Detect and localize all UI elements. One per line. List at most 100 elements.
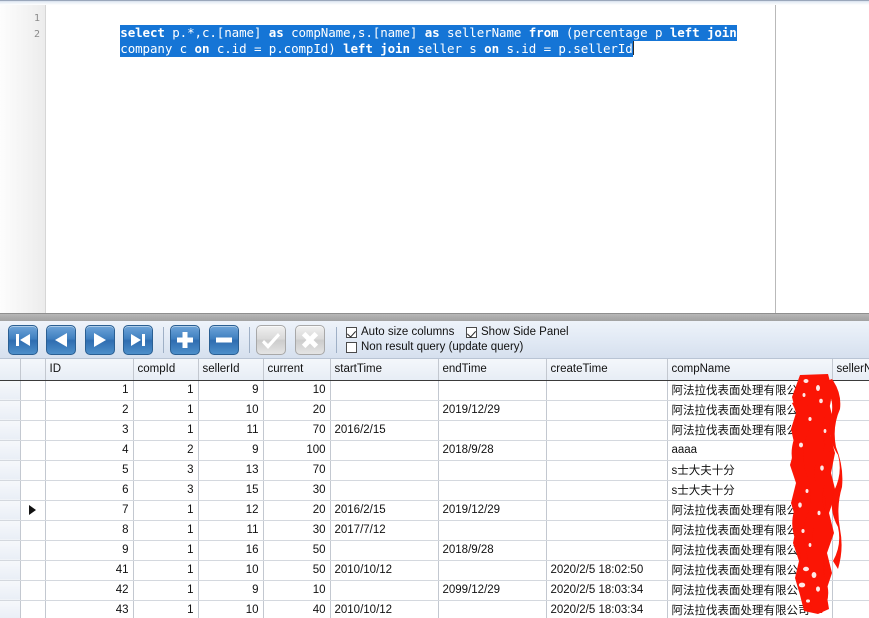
cell-id[interactable]: 4 — [45, 440, 134, 461]
cell-endtime[interactable] — [438, 480, 547, 501]
column-header-createtime[interactable]: createTime — [546, 359, 668, 381]
cell-compid[interactable]: 1 — [133, 540, 199, 561]
row-selector-cell[interactable] — [0, 400, 21, 421]
cell-sellername[interactable] — [832, 460, 869, 481]
cell-id[interactable]: 7 — [45, 500, 134, 521]
cell-compid[interactable]: 1 — [133, 520, 199, 541]
cell-compname[interactable]: s士大夫十分 — [667, 480, 833, 501]
cell-sellerid[interactable]: 13 — [198, 460, 264, 481]
cell-endtime[interactable] — [438, 420, 547, 441]
cell-sellerid[interactable]: 10 — [198, 600, 264, 618]
cell-createtime[interactable] — [546, 520, 668, 541]
cell-id[interactable]: 2 — [45, 400, 134, 421]
cell-sellerid[interactable]: 9 — [198, 440, 264, 461]
cell-createtime[interactable] — [546, 540, 668, 561]
table-row[interactable]: 5 3 13 70 s士大夫十分 — [0, 460, 869, 481]
cell-createtime[interactable] — [546, 480, 668, 501]
row-selector-cell[interactable] — [0, 540, 21, 561]
table-row[interactable]: 41 1 10 50 2010/10/12 2020/2/5 18:02:50 阿法拉伐表面… — [0, 560, 869, 581]
cell-current[interactable]: 20 — [263, 400, 331, 421]
cell-compid[interactable]: 1 — [133, 420, 199, 441]
row-selector-cell[interactable] — [0, 500, 21, 521]
cell-sellerid[interactable]: 12 — [198, 500, 264, 521]
cell-current[interactable]: 30 — [263, 480, 331, 501]
cell-id[interactable]: 3 — [45, 420, 134, 441]
cell-createtime[interactable]: 2020/2/5 18:02:50 — [546, 560, 668, 581]
cell-sellerid[interactable]: 9 — [198, 380, 264, 401]
cell-current[interactable]: 50 — [263, 560, 331, 581]
row-indicator-cell[interactable] — [20, 400, 46, 421]
query-result-grid[interactable]: ID compId sellerId current startTime endTime c… — [0, 359, 869, 618]
row-indicator-cell[interactable] — [20, 480, 46, 501]
cell-current[interactable]: 10 — [263, 580, 331, 601]
cell-sellerid[interactable]: 11 — [198, 420, 264, 441]
auto-size-columns-checkbox[interactable]: Auto size columns — [346, 326, 454, 338]
cell-starttime[interactable]: 2017/7/12 — [330, 520, 439, 541]
row-indicator-cell[interactable] — [20, 460, 46, 481]
row-selector-cell[interactable] — [0, 480, 21, 501]
cell-sellerid[interactable]: 16 — [198, 540, 264, 561]
cell-id[interactable]: 6 — [45, 480, 134, 501]
cell-endtime[interactable] — [438, 600, 547, 618]
cell-compname[interactable]: 阿法拉伐表面处理有限公司 — [667, 380, 833, 401]
editor-grid-splitter[interactable] — [0, 313, 869, 321]
cell-createtime[interactable] — [546, 500, 668, 521]
cell-endtime[interactable] — [438, 380, 547, 401]
cell-starttime[interactable]: 2016/2/15 — [330, 500, 439, 521]
column-header-sellerid[interactable]: sellerId — [198, 359, 264, 381]
cell-current[interactable]: 70 — [263, 420, 331, 441]
row-indicator-cell[interactable] — [20, 500, 46, 521]
cell-compname[interactable]: 阿法拉伐表面处理有限公司 — [667, 520, 833, 541]
cell-sellername[interactable] — [832, 400, 869, 421]
cell-compname[interactable]: 阿法拉伐表面处理有限公司 — [667, 420, 833, 441]
auto-size-columns-checkbox-box[interactable] — [346, 326, 357, 338]
cell-starttime[interactable] — [330, 400, 439, 421]
cell-starttime[interactable] — [330, 440, 439, 461]
cell-compname[interactable]: 阿法拉伐表面处理有限公司 — [667, 560, 833, 581]
cell-createtime[interactable] — [546, 400, 668, 421]
cell-compid[interactable]: 1 — [133, 600, 199, 618]
cell-current[interactable]: 30 — [263, 520, 331, 541]
previous-record-button[interactable] — [46, 325, 76, 355]
cell-createtime[interactable] — [546, 460, 668, 481]
column-header-sellername[interactable]: sellerName — [832, 359, 869, 381]
cell-starttime[interactable] — [330, 380, 439, 401]
cell-sellerid[interactable]: 15 — [198, 480, 264, 501]
cell-compid[interactable]: 3 — [133, 460, 199, 481]
table-row[interactable]: 7 1 12 20 2016/2/15 2019/12/29 阿法拉伐表面处理有限公司 — [0, 500, 869, 521]
cell-starttime[interactable] — [330, 480, 439, 501]
add-record-button[interactable] — [170, 325, 200, 355]
cell-endtime[interactable]: 2018/9/28 — [438, 440, 547, 461]
row-selector-cell[interactable] — [0, 580, 21, 601]
table-row[interactable]: 1 1 9 10 阿法拉伐表面处理有限公司 — [0, 380, 869, 401]
cell-current[interactable]: 40 — [263, 600, 331, 618]
cell-endtime[interactable] — [438, 560, 547, 581]
table-row[interactable]: 2 1 10 20 2019/12/29 阿法拉伐表面处理有限公司 — [0, 400, 869, 421]
row-indicator-cell[interactable] — [20, 440, 46, 461]
cell-id[interactable]: 1 — [45, 380, 134, 401]
cell-sellername[interactable] — [832, 440, 869, 461]
non-result-query-checkbox-box[interactable] — [346, 341, 357, 353]
row-selector-cell[interactable] — [0, 420, 21, 441]
cancel-edit-button[interactable] — [295, 325, 325, 355]
table-row[interactable]: 3 1 11 70 2016/2/15 阿法拉伐表面处理有限公司 — [0, 420, 869, 441]
cell-current[interactable]: 70 — [263, 460, 331, 481]
row-indicator-cell[interactable] — [20, 560, 46, 581]
cell-endtime[interactable] — [438, 520, 547, 541]
cell-endtime[interactable] — [438, 460, 547, 481]
cell-id[interactable]: 9 — [45, 540, 134, 561]
row-indicator-cell[interactable] — [20, 600, 46, 618]
cell-compname[interactable]: 阿法拉伐表面处理有限公司 — [667, 400, 833, 421]
cell-sellername[interactable] — [832, 520, 869, 541]
cell-id[interactable]: 43 — [45, 600, 134, 618]
column-header-endtime[interactable]: endTime — [438, 359, 547, 381]
cell-current[interactable]: 20 — [263, 500, 331, 521]
cell-id[interactable]: 42 — [45, 580, 134, 601]
cell-endtime[interactable]: 2019/12/29 — [438, 500, 547, 521]
row-selector-cell[interactable] — [0, 600, 21, 618]
row-indicator-cell[interactable] — [20, 420, 46, 441]
table-row[interactable]: 4 2 9 100 2018/9/28 aaaa — [0, 440, 869, 461]
non-result-query-checkbox[interactable]: Non result query (update query) — [346, 341, 523, 353]
column-header-id[interactable]: ID — [45, 359, 134, 381]
cell-endtime[interactable]: 2099/12/29 — [438, 580, 547, 601]
